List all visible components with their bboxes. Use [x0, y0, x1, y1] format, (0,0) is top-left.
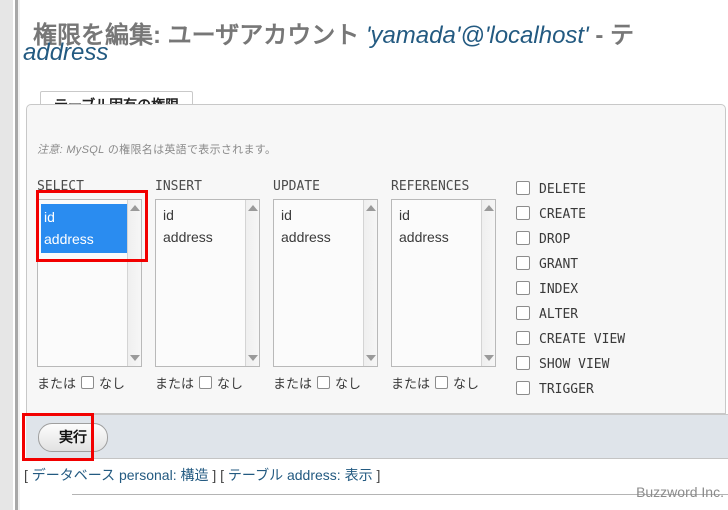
listbox-scrollbar[interactable] [363, 200, 377, 366]
checkbox-create-view[interactable] [516, 331, 530, 345]
checkbox-show-view[interactable] [516, 356, 530, 370]
or-label: または [37, 376, 76, 391]
update-columns-listbox[interactable]: id address [273, 199, 378, 367]
select-none-row: または なし [37, 373, 125, 392]
checkbox-trigger[interactable] [516, 381, 530, 395]
submit-bar: 実行 [26, 414, 728, 459]
column-header-update: UPDATE [273, 179, 320, 194]
or-label: または [391, 376, 430, 391]
privilege-label: DELETE [539, 182, 586, 197]
note-product: MySQL [66, 144, 104, 156]
privilege-row-trigger: TRIGGER [516, 381, 594, 397]
link-database-structure[interactable]: 構造 [180, 467, 208, 483]
page-title-user-label: ユーザアカウント [168, 22, 360, 49]
annotation-box-select-listbox [36, 190, 148, 262]
checkbox-create[interactable] [516, 206, 530, 220]
annotation-box-execute-button [22, 413, 94, 461]
privilege-row-create-view: CREATE VIEW [516, 331, 625, 347]
scroll-up-arrow-icon[interactable] [248, 205, 258, 211]
checkbox-delete[interactable] [516, 181, 530, 195]
or-label: または [273, 376, 312, 391]
update-none-row: または なし [273, 373, 361, 392]
privilege-label: SHOW VIEW [539, 357, 609, 372]
scroll-down-arrow-icon[interactable] [248, 355, 258, 361]
privilege-label: GRANT [539, 257, 578, 272]
bracket-close-2: ] [376, 467, 380, 483]
privilege-row-alter: ALTER [516, 306, 578, 322]
listbox-scrollbar[interactable] [245, 200, 259, 366]
scroll-up-arrow-icon[interactable] [484, 205, 494, 211]
none-checkbox-update[interactable] [317, 376, 330, 389]
checkbox-alter[interactable] [516, 306, 530, 320]
references-options: id address [392, 200, 495, 248]
or-label: または [155, 376, 194, 391]
none-checkbox-select[interactable] [81, 376, 94, 389]
none-label: なし [335, 376, 361, 391]
insert-columns-listbox[interactable]: id address [155, 199, 260, 367]
privilege-row-index: INDEX [516, 281, 578, 297]
privilege-label: DROP [539, 232, 570, 247]
privilege-label: CREATE VIEW [539, 332, 625, 347]
link-table-browse[interactable]: 表示 [345, 467, 373, 483]
checkbox-drop[interactable] [516, 231, 530, 245]
bracket-open: [ [24, 467, 28, 483]
scroll-down-arrow-icon[interactable] [130, 355, 140, 361]
page-title-line2: address [23, 37, 108, 68]
insert-options: id address [156, 200, 259, 248]
link-database-name[interactable]: personal: [119, 467, 177, 483]
references-none-row: または なし [391, 373, 479, 392]
footer-text: Buzzword Inc. [636, 484, 724, 500]
none-checkbox-insert[interactable] [199, 376, 212, 389]
scroll-down-arrow-icon[interactable] [366, 355, 376, 361]
note-suffix: の権限名は英語で表示されます。 [108, 144, 276, 156]
note-prefix: 注意: [37, 144, 63, 156]
privilege-row-grant: GRANT [516, 256, 578, 272]
privilege-label: ALTER [539, 307, 578, 322]
privilege-label: TRIGGER [539, 382, 594, 397]
scroll-down-arrow-icon[interactable] [484, 355, 494, 361]
link-table-name[interactable]: address: [287, 467, 341, 483]
bracket-close: ] [212, 467, 216, 483]
browser-left-gutter [0, 0, 13, 510]
link-table-prefix[interactable]: テーブル [228, 467, 283, 483]
privilege-label: CREATE [539, 207, 586, 222]
none-label: なし [217, 376, 243, 391]
footer-divider [72, 494, 728, 495]
checkbox-index[interactable] [516, 281, 530, 295]
privilege-label: INDEX [539, 282, 578, 297]
column-header-references: REFERENCES [391, 179, 469, 194]
page-title-account: 'yamada'@'localhost' [366, 22, 589, 49]
page-title-table-label: テ [610, 22, 634, 49]
checkbox-grant[interactable] [516, 256, 530, 270]
privilege-row-delete: DELETE [516, 181, 586, 197]
scroll-up-arrow-icon[interactable] [366, 205, 376, 211]
none-label: なし [453, 376, 479, 391]
references-columns-listbox[interactable]: id address [391, 199, 496, 367]
privilege-row-drop: DROP [516, 231, 570, 247]
page-title-dash: - [595, 22, 603, 49]
link-database-structure-prefix[interactable]: データベース [32, 467, 115, 483]
privilege-row-create: CREATE [516, 206, 586, 222]
none-label: なし [99, 376, 125, 391]
none-checkbox-references[interactable] [435, 376, 448, 389]
insert-none-row: または なし [155, 373, 243, 392]
listbox-scrollbar[interactable] [481, 200, 495, 366]
page-title: 権限を編集: ユーザアカウント 'yamada'@'localhost' - テ [33, 20, 728, 51]
privilege-row-show-view: SHOW VIEW [516, 356, 609, 372]
update-options: id address [274, 200, 377, 248]
column-header-insert: INSERT [155, 179, 202, 194]
bracket-open-2: [ [220, 467, 224, 483]
note-text: 注意: MySQL の権限名は英語で表示されます。 [37, 141, 276, 157]
breadcrumb-links: [ データベース personal: 構造 ] [ テーブル address: … [24, 465, 380, 485]
